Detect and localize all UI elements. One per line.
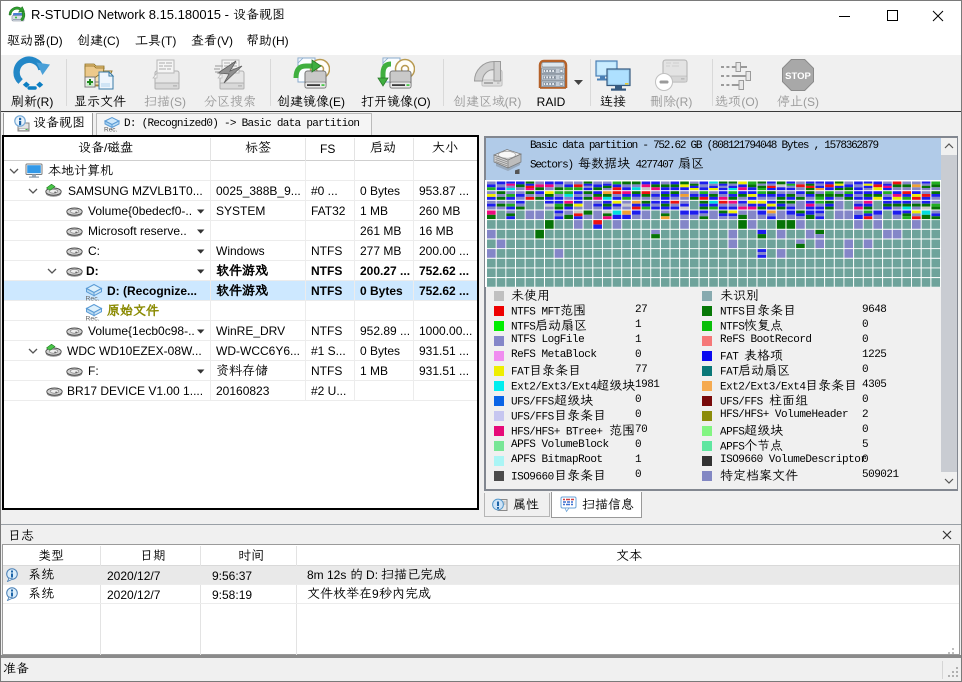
svg-text:STOP: STOP: [785, 71, 811, 82]
svg-text:Rec.: Rec.: [86, 296, 100, 302]
svg-text:Rec.: Rec.: [86, 316, 100, 322]
svg-text:Rec.: Rec.: [104, 127, 118, 133]
